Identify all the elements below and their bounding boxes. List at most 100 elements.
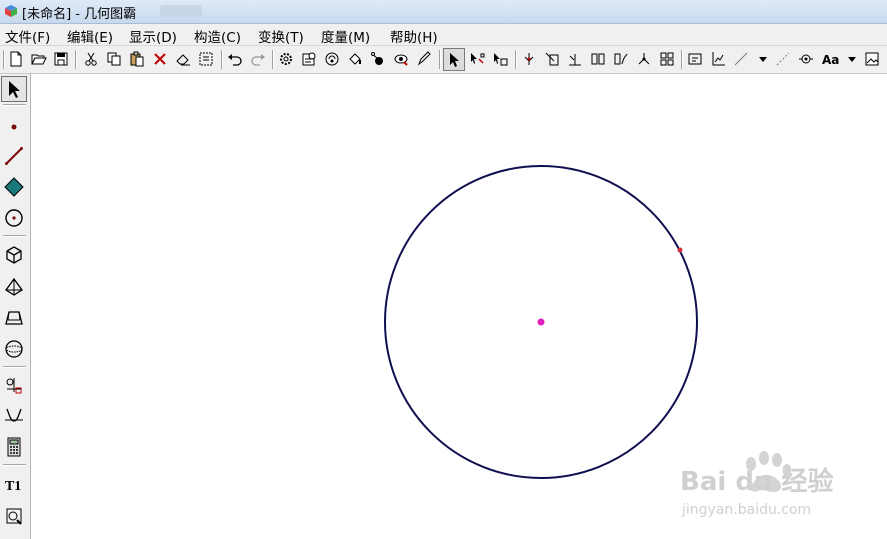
paint-bucket-icon xyxy=(349,53,361,65)
pointer-mode-button[interactable] xyxy=(443,48,465,71)
settings-button[interactable] xyxy=(277,50,295,68)
point-dot-icon xyxy=(11,124,17,130)
prism-tool[interactable] xyxy=(2,306,26,330)
coordinate-axes-icon xyxy=(712,52,725,66)
font-style-button[interactable]: Aa xyxy=(822,53,839,67)
window-title: [未命名] - 几何图霸 xyxy=(22,7,137,22)
font-dropdown[interactable] xyxy=(843,50,861,68)
menu-transform[interactable]: 变换(T) xyxy=(258,26,304,46)
coordinate-button[interactable] xyxy=(709,50,727,68)
line-style-dropdown[interactable] xyxy=(754,50,772,68)
function-graph-icon xyxy=(5,408,23,422)
rotate-select-button[interactable] xyxy=(468,50,486,68)
chevron-down-icon xyxy=(759,57,767,62)
point-size-button[interactable] xyxy=(797,50,815,68)
tool-box: T1 xyxy=(0,74,31,539)
menu-display[interactable]: 显示(D) xyxy=(129,26,177,46)
title-bar: [未命名] - 几何图霸 xyxy=(0,0,887,24)
construct-segment-button[interactable] xyxy=(543,50,561,68)
polygon-tool[interactable] xyxy=(2,175,26,199)
paste-button[interactable] xyxy=(128,50,146,68)
drawing-canvas[interactable]: Bai du 经验 jingyan.baidu.com xyxy=(31,74,887,539)
transform-icon xyxy=(6,378,22,394)
image-button[interactable] xyxy=(863,50,881,68)
eraser-button[interactable] xyxy=(174,50,192,68)
animate-button[interactable] xyxy=(323,50,341,68)
construct-perp-button[interactable] xyxy=(566,50,584,68)
pyramid-tool[interactable] xyxy=(2,275,26,299)
delete-button[interactable] xyxy=(151,50,169,68)
segment-box-icon xyxy=(545,52,559,66)
text-tool[interactable]: T1 xyxy=(2,472,26,496)
delete-x-icon xyxy=(154,53,166,65)
line-style-button[interactable] xyxy=(732,50,750,68)
select-all-button[interactable] xyxy=(197,50,215,68)
toolbar-separator xyxy=(75,50,77,69)
circle-edge-point[interactable] xyxy=(677,247,683,253)
tool-separator xyxy=(3,366,26,368)
cube-tool[interactable] xyxy=(2,243,26,267)
point-style-button[interactable] xyxy=(774,50,792,68)
menu-edit[interactable]: 编辑(E) xyxy=(67,26,113,46)
toolbar: Aa xyxy=(0,46,887,74)
curve-icon xyxy=(614,53,628,65)
menu-bar: 文件(F) 编辑(E) 显示(D) 构造(C) 变换(T) 度量(M) 帮助(H… xyxy=(0,24,887,46)
properties-icon xyxy=(302,52,316,66)
sphere-icon xyxy=(5,340,23,358)
custom-tool-icon xyxy=(6,508,22,525)
point-tool[interactable] xyxy=(2,113,26,137)
watermark-url: jingyan.baidu.com xyxy=(681,502,811,518)
dotted-line-icon xyxy=(776,52,790,66)
arrow-pointer-icon xyxy=(9,81,20,98)
segment-tool[interactable] xyxy=(2,144,26,168)
select-arrow-tool[interactable] xyxy=(1,76,27,102)
circle-center-point[interactable] xyxy=(537,318,545,326)
menu-help[interactable]: 帮助(H) xyxy=(390,26,438,46)
redo-button[interactable] xyxy=(249,50,267,68)
construct-curve-button[interactable] xyxy=(612,50,630,68)
custom-tool[interactable] xyxy=(2,504,26,528)
line-style-icon xyxy=(734,52,748,66)
menu-construct[interactable]: 构造(C) xyxy=(194,26,241,46)
cut-button[interactable] xyxy=(82,50,100,68)
scissors-icon xyxy=(85,52,97,66)
copy-button[interactable] xyxy=(105,50,123,68)
construct-parallel-button[interactable] xyxy=(589,50,607,68)
hide-show-button[interactable] xyxy=(392,50,410,68)
undo-button[interactable] xyxy=(226,50,244,68)
new-file-button[interactable] xyxy=(7,50,25,68)
construct-locus-button[interactable] xyxy=(635,50,653,68)
trace-button[interactable] xyxy=(369,50,387,68)
scale-select-button[interactable] xyxy=(491,50,509,68)
construct-point-button[interactable] xyxy=(520,50,538,68)
menu-file[interactable]: 文件(F) xyxy=(5,26,50,46)
open-file-button[interactable] xyxy=(30,50,48,68)
copy-icon xyxy=(107,52,121,66)
measure-button[interactable] xyxy=(686,50,704,68)
animate-icon xyxy=(325,52,339,66)
fill-button[interactable] xyxy=(346,50,364,68)
arrow-pointer-icon xyxy=(450,52,459,67)
properties-button[interactable] xyxy=(300,50,318,68)
calculator-tool[interactable] xyxy=(2,435,26,459)
transform-tool[interactable] xyxy=(2,373,26,397)
function-tool[interactable] xyxy=(2,404,26,428)
menu-measure[interactable]: 度量(M) xyxy=(321,26,370,46)
eye-icon xyxy=(394,54,408,66)
undo-icon xyxy=(228,54,242,66)
grid-scissors-icon xyxy=(199,52,213,66)
title-blur xyxy=(160,5,202,17)
point-circle-icon xyxy=(799,54,813,64)
toolbar-separator xyxy=(439,50,441,69)
label-button[interactable] xyxy=(415,50,433,68)
perpendicular-icon xyxy=(569,54,581,66)
save-button[interactable] xyxy=(52,50,70,68)
circle-tool[interactable] xyxy=(2,206,26,230)
watermark-brand: Bai du 经验 xyxy=(680,466,834,497)
sphere-tool[interactable] xyxy=(2,337,26,361)
construct-grid-button[interactable] xyxy=(658,50,676,68)
toolbar-separator xyxy=(272,50,274,69)
new-file-icon xyxy=(10,51,22,67)
tool-separator xyxy=(3,464,26,466)
toolbar-separator xyxy=(515,50,517,69)
